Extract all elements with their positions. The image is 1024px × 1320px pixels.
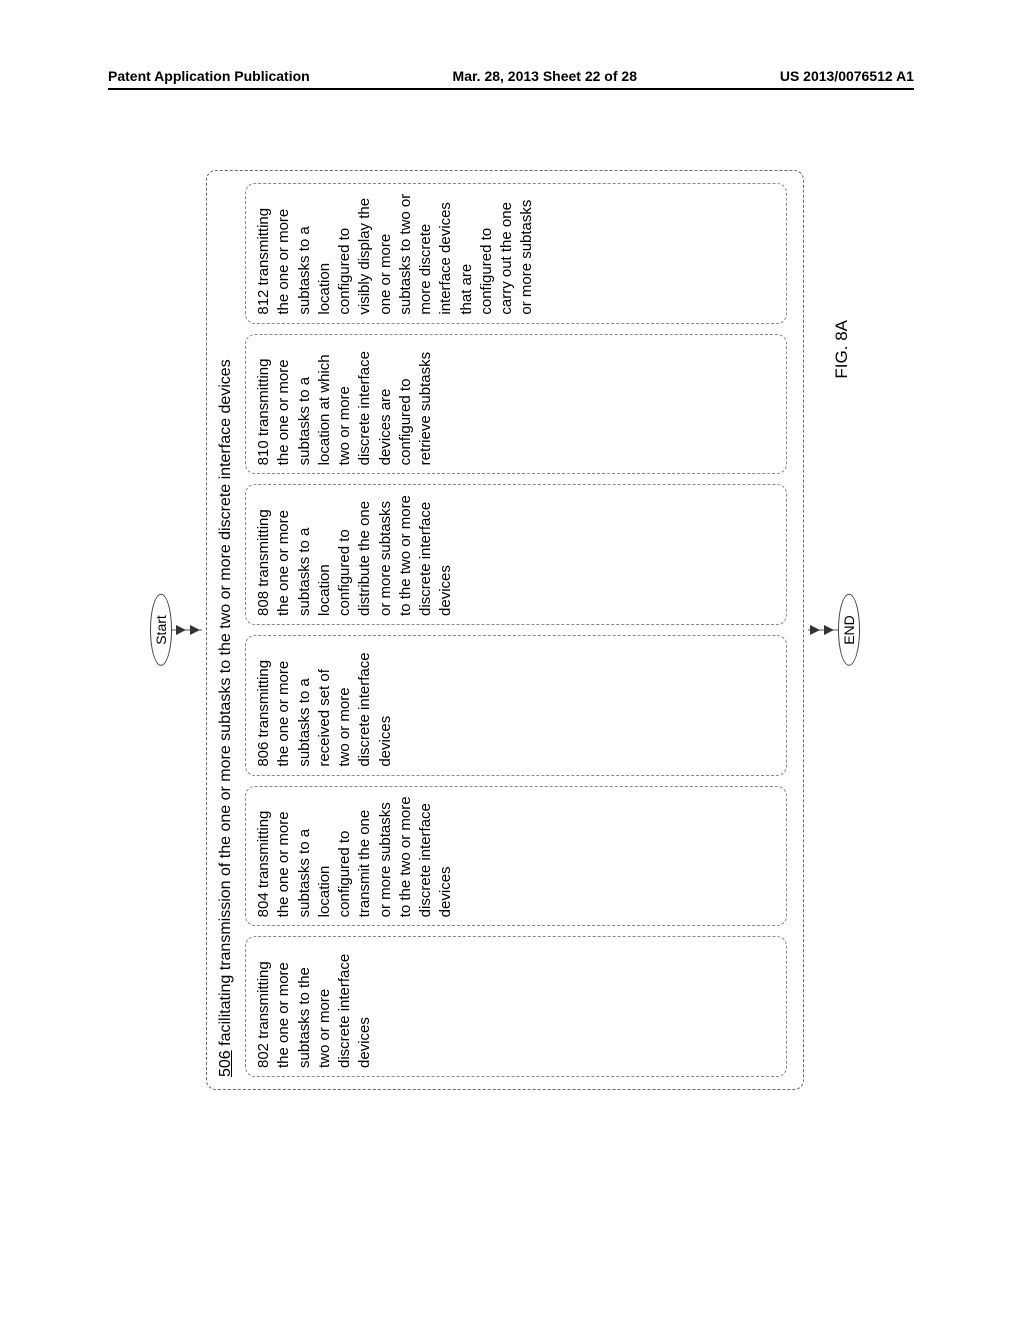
end-node: END [838, 594, 860, 666]
step-506-title: 506 facilitating transmission of the one… [217, 183, 235, 1077]
start-node: Start [150, 594, 172, 666]
step-text: facilitating transmission of the one or … [217, 359, 234, 1046]
substep-804: 804 transmitting the one or more subtask… [245, 786, 787, 927]
substep-806: 806 transmitting the one or more subtask… [245, 635, 787, 776]
step-506-container: 506 facilitating transmission of the one… [206, 170, 804, 1090]
header-left: Patent Application Publication [108, 68, 310, 84]
header-right: US 2013/0076512 A1 [780, 68, 914, 84]
figure-label: FIG. 8A [832, 320, 852, 379]
substep-row: 802 transmitting the one or more subtask… [245, 183, 787, 1077]
substep-808: 808 transmitting the one or more subtask… [245, 484, 787, 625]
end-label: END [841, 615, 857, 645]
start-label: Start [153, 615, 169, 645]
substep-810: 810 transmitting the one or more subtask… [245, 334, 787, 475]
arrow-down-icon [190, 625, 200, 635]
flowchart-diagram: Start 506 facilitating transmission of t… [150, 170, 860, 1090]
header-center: Mar. 28, 2013 Sheet 22 of 28 [453, 68, 637, 84]
substep-802: 802 transmitting the one or more subtask… [245, 936, 787, 1077]
substep-812: 812 transmitting the one or more subtask… [245, 183, 787, 324]
step-number: 506 [217, 1050, 234, 1077]
arrow-down-icon [810, 625, 820, 635]
arrow-down-icon [824, 625, 834, 635]
arrow-down-icon [176, 625, 186, 635]
page-header: Patent Application Publication Mar. 28, … [108, 68, 914, 90]
